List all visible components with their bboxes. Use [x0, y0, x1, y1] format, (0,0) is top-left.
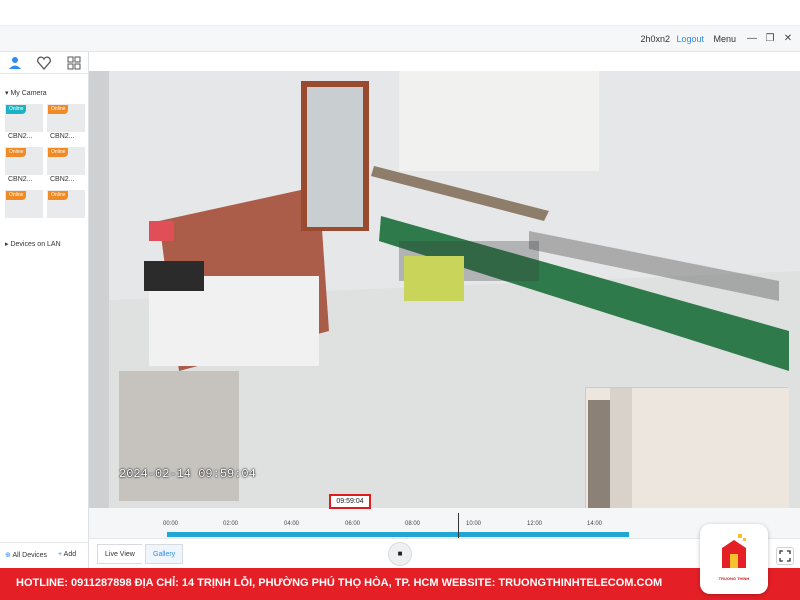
grid-icon[interactable] [66, 55, 82, 71]
timeline-tick: 12:00 [527, 521, 543, 527]
restore-icon[interactable]: ❐ [764, 32, 776, 46]
camera-thumb[interactable]: Online [47, 190, 85, 228]
status-badge: Online [48, 148, 69, 157]
footer-text: HOTLINE: 0911287898 ĐỊA CHỈ: 14 TRỊNH LỖ… [16, 577, 663, 589]
add-button[interactable]: + Add [58, 551, 76, 558]
camera-thumb[interactable]: Online CBN2... [47, 104, 85, 142]
logo-text: TRUONG THINH [718, 576, 750, 581]
minimize-icon[interactable]: — [746, 32, 758, 46]
timeline-tick: 00:00 [163, 521, 179, 527]
playback-controls: Live View Gallery ■ [89, 538, 800, 568]
logo-icon [722, 534, 746, 568]
camera-thumb[interactable]: Online CBN2... [5, 147, 43, 185]
timeline-tick: 10:00 [466, 521, 482, 527]
fullscreen-button[interactable] [776, 547, 794, 565]
recording-bar[interactable] [167, 532, 629, 537]
status-badge: Online [6, 148, 27, 157]
timeline-tick: 04:00 [284, 521, 300, 527]
camera-thumb[interactable]: Online CBN2... [47, 147, 85, 185]
title-bar: 2h0xn2 Logout Menu — ❐ ✕ [0, 26, 800, 52]
top-strip [0, 0, 800, 26]
video-feed[interactable]: 2024-02-14 09:59:04 [89, 71, 800, 508]
camera-thumb[interactable]: Online CBN2... [5, 104, 43, 142]
stop-icon: ■ [397, 549, 403, 558]
timeline-tick: 02:00 [223, 521, 239, 527]
add-label: Add [63, 551, 77, 558]
timeline-tick: 14:00 [587, 521, 603, 527]
all-devices-label: All Devices [12, 552, 48, 559]
devices-on-lan-header[interactable]: ▸ Devices on LAN [5, 240, 61, 248]
tab-live-view[interactable]: Live View [97, 544, 142, 564]
camera-label: CBN2... [50, 176, 75, 183]
status-badge: Online [48, 191, 69, 200]
username-label: 2h0xn2 [640, 34, 670, 44]
timeline-tick: 06:00 [345, 521, 361, 527]
camera-label: CBN2... [50, 133, 75, 140]
my-camera-label: My Camera [10, 90, 47, 97]
stop-button[interactable]: ■ [388, 542, 412, 566]
close-icon[interactable]: ✕ [782, 32, 794, 46]
timeline-tick: 08:00 [405, 521, 421, 527]
globe-icon: ⊕ [5, 552, 11, 559]
video-timestamp: 2024-02-14 09:59:04 [119, 467, 256, 481]
playhead[interactable] [458, 513, 459, 540]
company-logo: TRUONG THINH [700, 524, 768, 594]
devices-on-lan-label: Devices on LAN [10, 241, 61, 248]
tab-gallery[interactable]: Gallery [145, 544, 184, 564]
current-time-marker[interactable]: 09:59:04 [329, 494, 371, 509]
promo-footer: HOTLINE: 0911287898 ĐỊA CHỈ: 14 TRỊNH LỖ… [0, 568, 800, 600]
camera-label: CBN2... [8, 133, 33, 140]
pip-scene [586, 388, 789, 508]
status-badge: Online [6, 191, 27, 200]
sidebar-bottom: ⊕ All Devices + Add [0, 542, 89, 568]
camera-thumb[interactable]: Online [5, 190, 43, 228]
fullscreen-icon [779, 550, 791, 562]
status-badge: Online [6, 105, 27, 114]
plus-icon: + [58, 551, 63, 558]
camera-label: CBN2... [8, 176, 33, 183]
sidebar: ▾ My Camera Online CBN2... Online CBN2..… [0, 52, 89, 568]
my-camera-header[interactable]: ▾ My Camera [5, 89, 47, 97]
all-devices-button[interactable]: ⊕ All Devices [5, 551, 47, 559]
menu-button[interactable]: Menu [713, 34, 736, 44]
person-icon[interactable] [7, 55, 23, 71]
sidebar-tabs [0, 52, 89, 74]
pip-view[interactable] [585, 387, 789, 508]
logout-link[interactable]: Logout [676, 34, 704, 44]
status-badge: Online [48, 105, 69, 114]
heart-icon[interactable] [36, 55, 52, 71]
